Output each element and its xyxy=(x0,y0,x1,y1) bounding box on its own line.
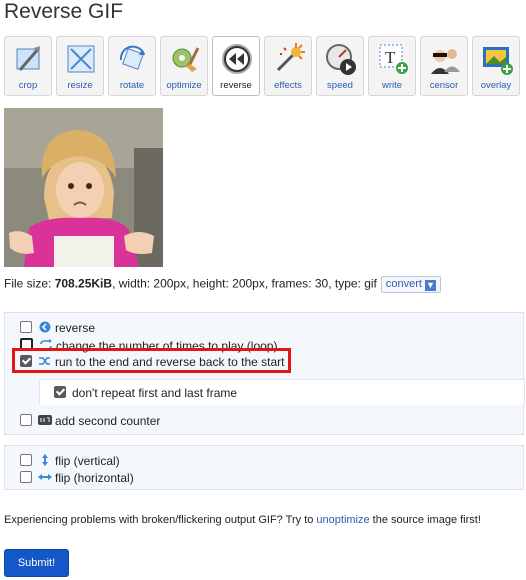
speed-icon xyxy=(326,44,356,75)
file-size-value: 708.25KiB xyxy=(54,276,113,291)
flip-options-panel: flip (vertical) flip (horizontal) xyxy=(4,445,524,490)
flip-vertical-checkbox[interactable] xyxy=(20,454,32,466)
unoptimize-link[interactable]: unoptimize xyxy=(316,514,369,526)
option-reverse[interactable]: reverse xyxy=(20,321,95,335)
option-flip-horizontal[interactable]: flip (horizontal) xyxy=(20,471,134,485)
censor-icon xyxy=(431,49,460,74)
file-size-label: File size: xyxy=(4,276,55,291)
tool-rotate[interactable]: rotate xyxy=(108,36,156,96)
flip-horizontal-checkbox[interactable] xyxy=(20,471,32,483)
tool-reverse[interactable]: reverse xyxy=(212,36,260,96)
file-details: , width: 200px, height: 200px, frames: 3… xyxy=(112,276,377,291)
second-counter-checkbox[interactable] xyxy=(20,414,32,426)
tool-write[interactable]: T write xyxy=(368,36,416,96)
tool-label: overlay xyxy=(480,80,512,91)
write-icon: T xyxy=(379,44,408,74)
reverse-circle-icon xyxy=(39,321,51,333)
tool-toolbar: crop resize rotate optimize reverse effe… xyxy=(4,36,526,98)
gif-preview-image xyxy=(4,108,163,267)
file-info: File size: 708.25KiB, width: 200px, heig… xyxy=(4,276,441,293)
option-label: flip (horizontal) xyxy=(55,471,134,485)
option-label: add second counter xyxy=(55,414,161,428)
tool-label: crop xyxy=(18,80,38,91)
option-flip-vertical[interactable]: flip (vertical) xyxy=(20,454,120,468)
sub-options-panel: don't repeat first and last frame xyxy=(39,379,525,407)
reverse-checkbox[interactable] xyxy=(20,321,32,333)
overlay-icon xyxy=(483,47,513,75)
tool-label: effects xyxy=(274,80,302,91)
highlight-box xyxy=(12,348,291,373)
tool-label: censor xyxy=(429,80,459,91)
option-label: don't repeat first and last frame xyxy=(72,386,238,400)
option-label: reverse xyxy=(55,321,96,335)
notice-text: Experiencing problems with broken/flicke… xyxy=(4,514,481,526)
page-title: Reverse GIF xyxy=(4,0,124,23)
rotate-icon xyxy=(119,45,145,70)
counter-icon xyxy=(38,415,52,425)
notice-after: the source image first! xyxy=(369,514,481,526)
tool-speed[interactable]: speed xyxy=(316,36,364,96)
tool-label: optimize xyxy=(166,80,202,91)
tool-label: resize xyxy=(67,80,93,91)
option-dont-repeat[interactable]: don't repeat first and last frame xyxy=(54,386,237,400)
tool-label: rotate xyxy=(119,80,145,91)
resize-icon xyxy=(67,45,95,73)
tool-effects[interactable]: effects xyxy=(264,36,312,96)
tool-resize[interactable]: resize xyxy=(56,36,104,96)
counter-options-panel: add second counter xyxy=(4,405,524,435)
notice-before: Experiencing problems with broken/flicke… xyxy=(4,514,317,526)
tool-censor[interactable]: censor xyxy=(420,36,468,96)
flip-horizontal-icon xyxy=(38,474,52,480)
effects-icon xyxy=(276,43,305,72)
option-second-counter[interactable]: add second counter xyxy=(20,414,160,428)
submit-button[interactable]: Submit! xyxy=(4,549,69,577)
option-label: flip (vertical) xyxy=(55,454,120,468)
tool-overlay[interactable]: overlay xyxy=(472,36,520,96)
dont-repeat-checkbox[interactable] xyxy=(54,386,66,398)
convert-button[interactable]: convert ▼ xyxy=(380,276,441,293)
optimize-icon xyxy=(172,47,200,72)
tool-crop[interactable]: crop xyxy=(4,36,52,96)
tool-optimize[interactable]: optimize xyxy=(160,36,208,96)
crop-icon xyxy=(16,46,41,71)
tool-label: speed xyxy=(327,80,353,91)
svg-text:T: T xyxy=(385,48,396,67)
reverse-icon xyxy=(222,44,252,74)
tool-label: write xyxy=(381,80,403,91)
flip-vertical-icon xyxy=(42,454,48,466)
tool-label: reverse xyxy=(220,80,252,91)
chevron-down-icon: ▼ xyxy=(424,280,436,291)
convert-label: convert xyxy=(385,278,422,290)
